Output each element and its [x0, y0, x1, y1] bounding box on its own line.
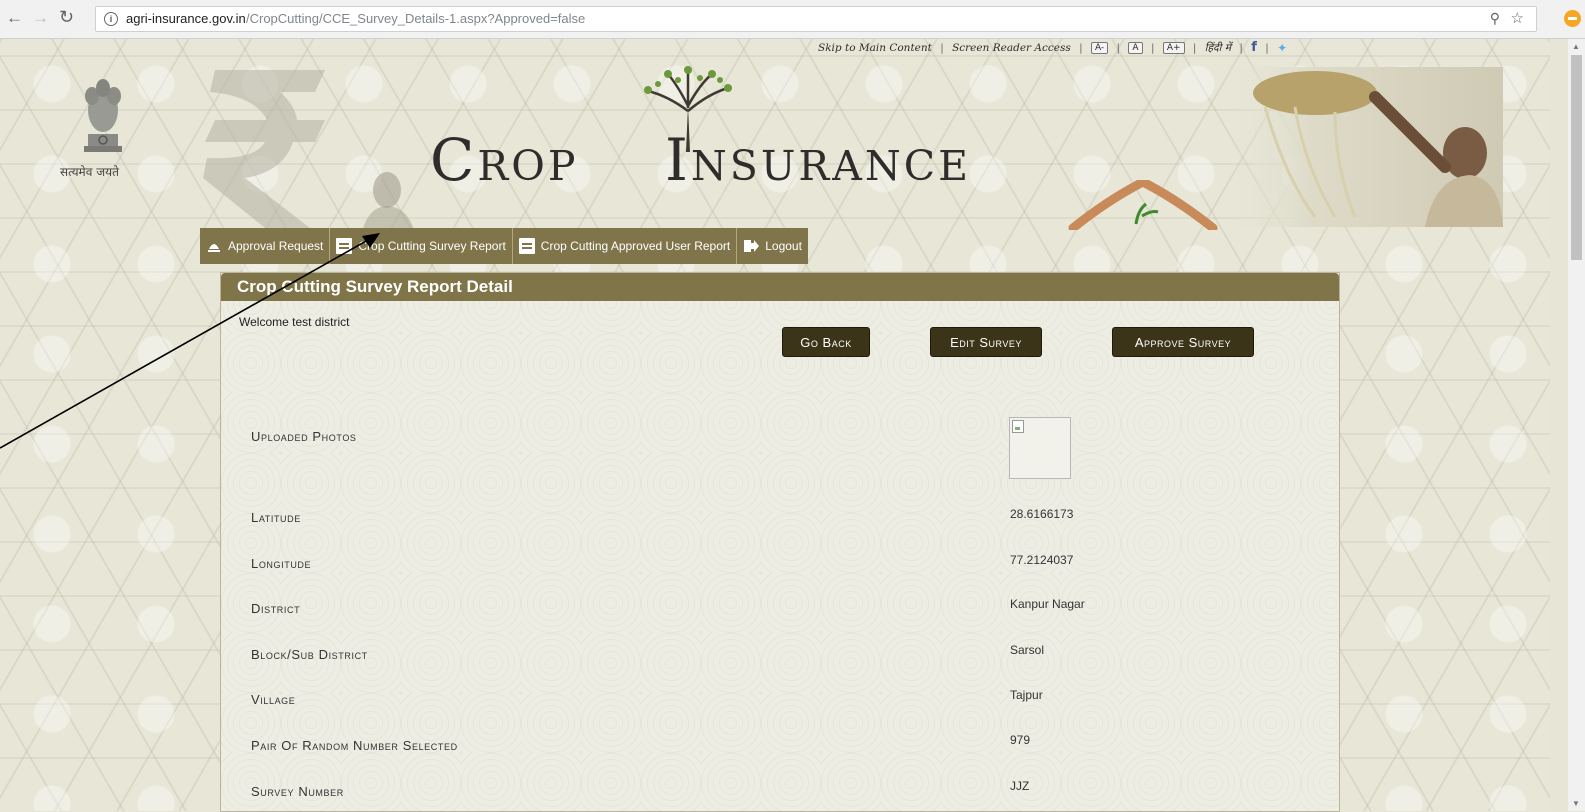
- separator: |: [1079, 41, 1083, 54]
- vertical-scrollbar[interactable]: ▲ ▼: [1568, 39, 1585, 811]
- menu-logout[interactable]: Logout: [737, 228, 808, 264]
- separator: |: [1116, 41, 1121, 54]
- approve-survey-button[interactable]: Approve Survey: [1112, 327, 1254, 357]
- protecting-hands-icon: [1068, 180, 1218, 230]
- facebook-icon[interactable]: f: [1251, 40, 1257, 55]
- survey-number-value: JJZ: [1010, 779, 1030, 793]
- block-sub-district-value: Sarsol: [1010, 643, 1045, 657]
- document-icon: [518, 238, 535, 254]
- survey-detail-panel: Crop Cutting Survey Report Detail Welcom…: [220, 272, 1340, 812]
- longitude-value: 77.2124037: [1010, 553, 1074, 567]
- twitter-icon[interactable]: ✦: [1277, 41, 1287, 55]
- latitude-label: Latitude: [251, 510, 301, 525]
- separator: |: [1265, 41, 1269, 54]
- separator: |: [1239, 41, 1243, 54]
- rupee-symbol-icon: [203, 70, 325, 228]
- longitude-label: Longitude: [251, 556, 312, 571]
- url-host: agri-insurance.gov.in: [126, 11, 246, 26]
- extension-icon[interactable]: [1564, 10, 1581, 27]
- farmer-winnowing-image: [1225, 67, 1503, 227]
- latitude-value: 28.6166173: [1010, 507, 1074, 521]
- accessibility-bar: Skip to Main Content | Screen Reader Acc…: [818, 40, 1287, 58]
- font-increase-button[interactable]: A+: [1162, 41, 1185, 54]
- separator: |: [1192, 41, 1197, 54]
- logout-icon: [744, 240, 760, 252]
- panel-title: Crop Cutting Survey Report Detail: [221, 273, 1339, 301]
- address-bar[interactable]: i agri-insurance.gov.in /CropCutting/CCE…: [95, 6, 1537, 32]
- site-title-insurance: Insurance: [665, 126, 972, 194]
- forward-arrow-icon[interactable]: →: [32, 9, 49, 26]
- emblem-caption: सत्यमेव जयते: [60, 165, 119, 179]
- scroll-thumb[interactable]: [1571, 55, 1582, 260]
- district-label: District: [251, 601, 301, 616]
- annotation-arrow-icon: [0, 233, 380, 449]
- separator: |: [940, 41, 944, 54]
- menu-label: Logout: [765, 239, 802, 253]
- broken-image-icon: [1012, 420, 1024, 433]
- random-number-value: 979: [1010, 733, 1031, 747]
- zoom-icon[interactable]: ⚲: [1490, 10, 1500, 27]
- font-normal-button[interactable]: A: [1128, 41, 1143, 54]
- block-sub-district-label: Block/Sub District: [251, 647, 368, 662]
- go-back-button[interactable]: Go Back: [782, 327, 870, 357]
- back-arrow-icon[interactable]: ←: [6, 9, 23, 26]
- district-value: Kanpur Nagar: [1010, 597, 1085, 611]
- village-label: Village: [251, 692, 296, 707]
- separator: |: [1150, 41, 1155, 54]
- edit-survey-button[interactable]: Edit Survey: [930, 327, 1042, 357]
- menu-crop-cutting-approved-user-report[interactable]: Crop Cutting Approved User Report: [513, 228, 738, 264]
- village-value: Tajpur: [1010, 688, 1043, 702]
- menu-label: Crop Cutting Approved User Report: [540, 239, 731, 253]
- bookmark-star-icon[interactable]: ☆: [1511, 9, 1524, 27]
- skip-to-main-link[interactable]: Skip to Main Content: [818, 42, 932, 54]
- url-path: /CropCutting/CCE_Survey_Details-1.aspx?A…: [246, 11, 586, 26]
- random-number-label: Pair Of Random Number Selected: [251, 738, 458, 753]
- info-icon[interactable]: i: [104, 12, 118, 26]
- hindi-language-link[interactable]: हिंदी में: [1205, 41, 1231, 55]
- reload-icon[interactable]: ↻: [59, 8, 74, 26]
- survey-number-label: Survey Number: [251, 784, 344, 799]
- national-emblem-icon: [84, 79, 122, 152]
- uploaded-photo[interactable]: [1009, 417, 1071, 479]
- scroll-down-icon[interactable]: ▼: [1572, 799, 1580, 808]
- site-title-crop: Crop: [430, 126, 579, 194]
- font-decrease-button[interactable]: A-: [1090, 41, 1109, 54]
- screen-reader-link[interactable]: Screen Reader Access: [952, 42, 1071, 54]
- browser-toolbar: ← → ↻ i agri-insurance.gov.in /CropCutti…: [0, 0, 1585, 39]
- scroll-up-icon[interactable]: ▲: [1572, 42, 1580, 51]
